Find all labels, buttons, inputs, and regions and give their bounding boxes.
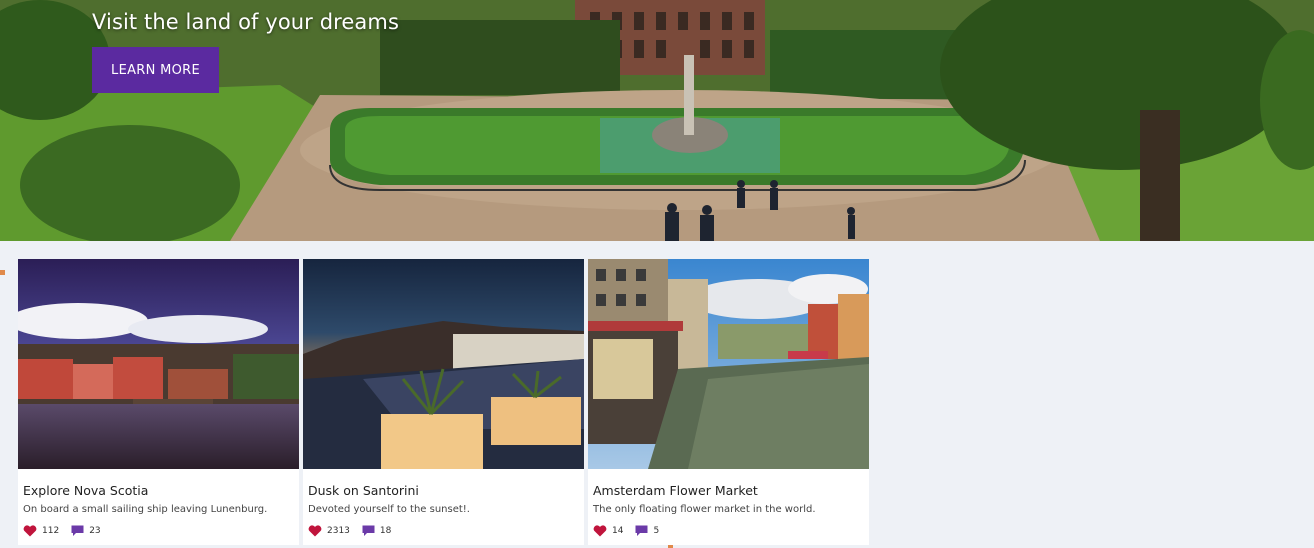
card-description: On board a small sailing ship leaving Lu… [23, 504, 268, 515]
hero-image [0, 0, 1314, 241]
card-description: The only floating flower market in the w… [593, 504, 816, 515]
card-title: Explore Nova Scotia [23, 483, 149, 498]
hero-title: Visit the land of your dreams [92, 10, 399, 34]
comment-button[interactable]: 5 [635, 525, 659, 537]
comment-icon [362, 525, 375, 536]
like-button[interactable]: 14 [593, 525, 623, 537]
card-santorini[interactable]: Dusk on Santorini Devoted yourself to th… [303, 259, 584, 545]
like-button[interactable]: 2313 [308, 525, 350, 537]
like-count: 2313 [327, 526, 350, 536]
card-description: Devoted yourself to the sunset!. [308, 504, 470, 515]
comment-button[interactable]: 23 [71, 525, 101, 537]
heart-icon [308, 525, 322, 537]
comment-count: 5 [653, 526, 660, 536]
card-title: Amsterdam Flower Market [593, 483, 758, 498]
card-grid: Explore Nova Scotia On board a small sai… [18, 259, 869, 545]
hero-banner: Visit the land of your dreams LEARN MORE [0, 0, 1314, 241]
comment-button[interactable]: 18 [362, 525, 391, 537]
learn-more-button[interactable]: LEARN MORE [92, 47, 219, 93]
card-amsterdam[interactable]: Amsterdam Flower Market The only floatin… [588, 259, 869, 545]
amsterdam-image[interactable] [588, 259, 869, 469]
heart-icon [23, 525, 37, 537]
comment-count: 23 [89, 526, 101, 536]
heart-icon [593, 525, 607, 537]
card-title: Dusk on Santorini [308, 483, 419, 498]
selection-handle [0, 270, 5, 275]
santorini-image[interactable] [303, 259, 584, 469]
like-count: 14 [612, 526, 624, 536]
like-button[interactable]: 112 [23, 525, 59, 537]
card-nova-scotia[interactable]: Explore Nova Scotia On board a small sai… [18, 259, 299, 545]
nova-scotia-image[interactable] [18, 259, 299, 469]
comment-icon [635, 525, 648, 536]
comment-count: 18 [379, 526, 392, 536]
like-count: 112 [42, 526, 60, 536]
comment-icon [71, 525, 84, 536]
